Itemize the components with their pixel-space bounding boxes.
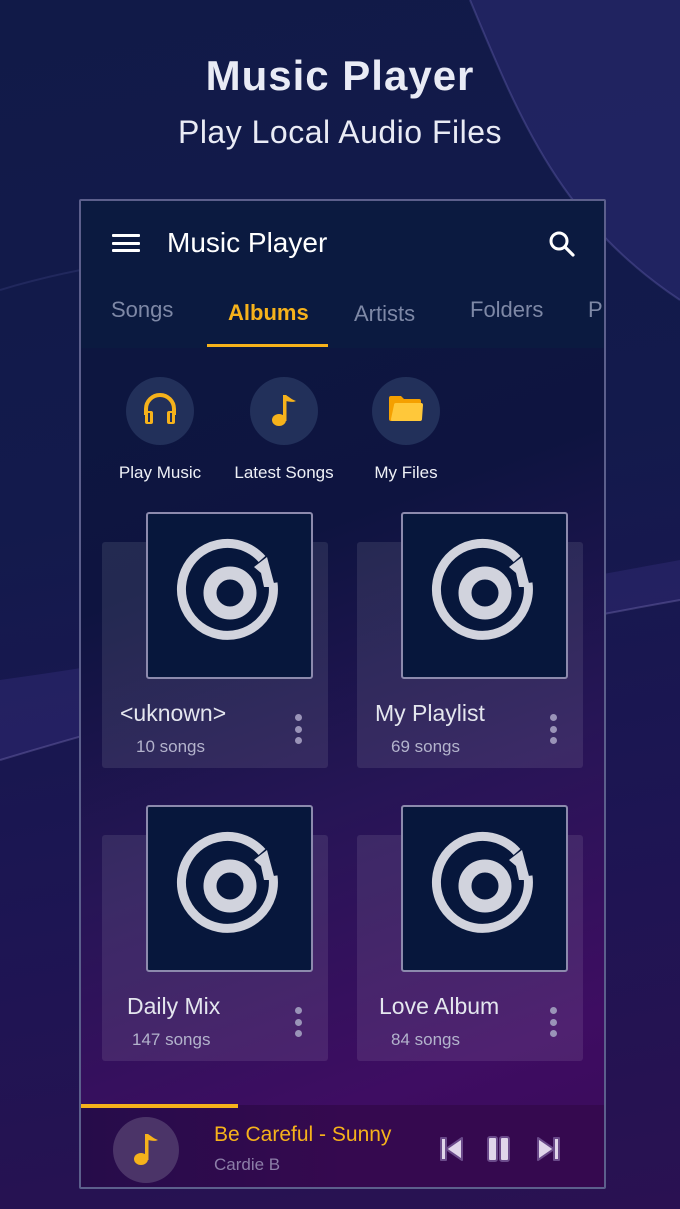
quick-label: Play Music <box>118 463 202 482</box>
album-cover <box>401 512 568 679</box>
now-playing-title: Be Careful - Sunny <box>214 1123 392 1146</box>
folder-icon <box>388 394 424 429</box>
more-options-icon[interactable] <box>290 714 306 744</box>
music-note-icon <box>266 389 302 434</box>
album-disc-icon <box>429 830 541 947</box>
album-card[interactable]: <uknown> 10 songs <box>102 512 328 768</box>
tab-bar: Songs Albums Artists Folders P <box>81 289 604 347</box>
hamburger-menu-icon[interactable] <box>111 231 141 255</box>
album-name: Daily Mix <box>127 993 221 1019</box>
album-card[interactable]: My Playlist 69 songs <box>357 512 583 768</box>
more-options-icon[interactable] <box>545 714 561 744</box>
album-cover <box>146 512 313 679</box>
tab-artists[interactable]: Artists <box>354 301 415 327</box>
previous-track-icon[interactable] <box>436 1133 468 1165</box>
quick-label: My Files <box>374 463 438 482</box>
album-song-count: 10 songs <box>136 737 205 756</box>
pause-icon[interactable] <box>483 1133 515 1165</box>
now-playing-artist: Cardie B <box>214 1155 281 1174</box>
quick-label: Latest Songs <box>234 463 334 482</box>
album-name: Love Album <box>379 993 500 1019</box>
tab-albums[interactable]: Albums <box>228 300 309 326</box>
music-note-icon <box>128 1128 164 1173</box>
now-playing-art <box>113 1117 179 1183</box>
app-title: Music Player <box>167 227 328 258</box>
album-name: <uknown> <box>120 700 227 726</box>
quick-latest-songs[interactable]: Latest Songs <box>229 377 339 483</box>
more-options-icon[interactable] <box>545 1007 561 1037</box>
active-tab-indicator <box>207 344 328 347</box>
album-card[interactable]: Daily Mix 147 songs <box>102 805 328 1061</box>
next-track-icon[interactable] <box>533 1133 565 1165</box>
album-disc-icon <box>429 537 541 654</box>
tab-partial[interactable]: P <box>588 297 603 323</box>
app-screen: Music Player Songs Albums Artists Folder… <box>79 199 606 1189</box>
album-name: My Playlist <box>375 700 485 726</box>
search-icon[interactable] <box>547 229 577 259</box>
album-disc-icon <box>174 537 286 654</box>
album-cover <box>401 805 568 972</box>
album-disc-icon <box>174 830 286 947</box>
more-options-icon[interactable] <box>290 1007 306 1037</box>
tab-songs[interactable]: Songs <box>111 297 173 323</box>
album-song-count: 69 songs <box>391 737 460 756</box>
album-song-count: 147 songs <box>132 1030 211 1049</box>
headphones-icon <box>140 389 180 434</box>
quick-play-music[interactable]: Play Music <box>105 377 215 483</box>
now-playing-bar[interactable]: Be Careful - Sunny Cardie B <box>81 1105 604 1187</box>
album-song-count: 84 songs <box>391 1030 460 1049</box>
album-cover <box>146 805 313 972</box>
app-bar: Music Player Songs Albums Artists Folder… <box>81 201 604 348</box>
promo-subtitle: Play Local Audio Files <box>177 114 503 150</box>
promo-title: Music Player <box>205 52 475 99</box>
quick-my-files[interactable]: My Files <box>351 377 461 483</box>
playback-progress-fill <box>81 1104 238 1108</box>
tab-folders[interactable]: Folders <box>470 297 543 323</box>
playback-progress[interactable] <box>81 1104 604 1108</box>
album-card[interactable]: Love Album 84 songs <box>357 805 583 1061</box>
